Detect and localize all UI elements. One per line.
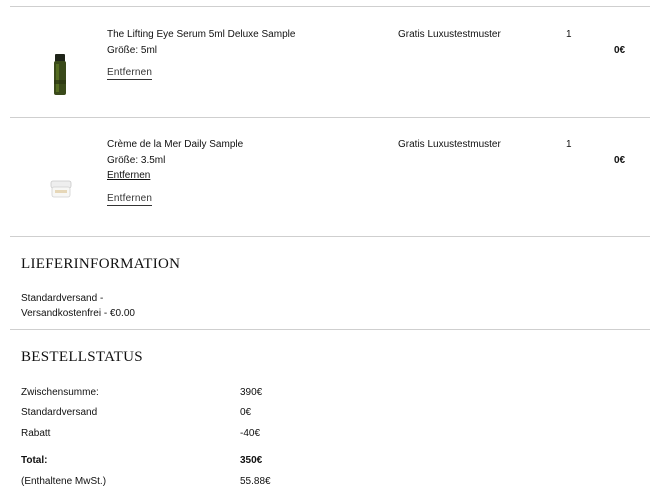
item-name: Crème de la Mer Daily Sample — [107, 139, 244, 150]
item-size: Größe: 5ml — [107, 45, 158, 56]
discount-label: Rabatt — [21, 428, 51, 439]
total-value: 350€ — [240, 455, 263, 466]
order-status-title: BESTELLSTATUS — [21, 349, 143, 365]
item-quantity: 1 — [566, 29, 572, 40]
discount-value: -40€ — [240, 428, 261, 439]
remove-link-inline[interactable]: Entfernen — [107, 170, 150, 181]
delivery-method: Standardversand - — [21, 293, 104, 304]
creme-jar-image — [50, 180, 72, 198]
item-price: 0€ — [614, 45, 626, 56]
vat-label: (Enthaltene MwSt.) — [21, 476, 107, 487]
item-price: 0€ — [614, 155, 626, 166]
divider-top — [10, 6, 650, 7]
subtotal-label: Zwischensumme: — [21, 387, 99, 398]
remove-button[interactable]: Entfernen — [107, 193, 153, 206]
item-type: Gratis Luxustestmuster — [398, 139, 501, 150]
shipping-label: Standardversand — [21, 407, 98, 418]
subtotal-value: 390€ — [240, 387, 263, 398]
divider-status — [10, 329, 650, 330]
item-quantity: 1 — [566, 139, 572, 150]
eye-serum-image — [54, 54, 66, 95]
item-size: Größe: 3.5ml — [107, 155, 166, 166]
shipping-value: 0€ — [240, 407, 252, 418]
delivery-cost: Versandkostenfrei - €0.00 — [21, 308, 135, 319]
vat-value: 55.88€ — [240, 476, 271, 487]
delivery-title: LIEFERINFORMATION — [21, 256, 181, 272]
item-type: Gratis Luxustestmuster — [398, 29, 501, 40]
item-name: The Lifting Eye Serum 5ml Deluxe Sample — [107, 29, 296, 40]
divider-items — [10, 117, 650, 118]
divider-delivery — [10, 236, 650, 237]
total-label: Total: — [21, 455, 48, 466]
remove-button[interactable]: Entfernen — [107, 67, 153, 80]
